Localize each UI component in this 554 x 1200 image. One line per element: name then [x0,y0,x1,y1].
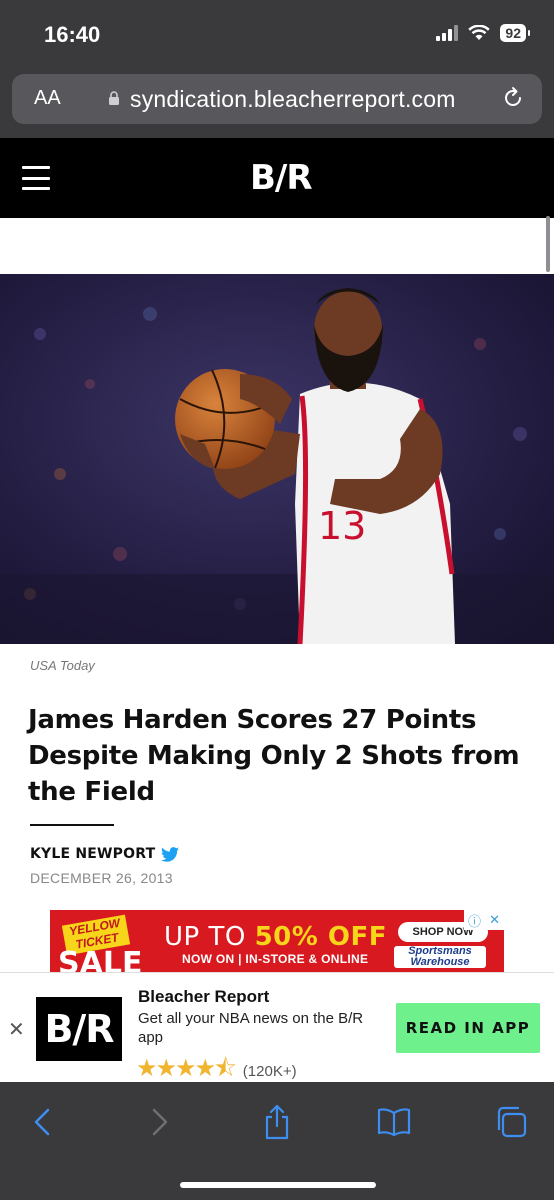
browser-address-area: AA syndication.bleacherreport.com [0,64,554,138]
wifi-icon [468,25,491,40]
jersey-number: 13 [318,504,366,548]
ad-headline-emphasis: 50% OFF [254,922,388,952]
br-logo[interactable]: B/R [250,158,313,198]
app-install-banner: ✕ B/R Bleacher Report Get all your NBA n… [0,972,554,1082]
read-in-app-button[interactable]: READ IN APP [396,1003,540,1053]
ad-sale-text: SALE [58,946,143,972]
back-icon[interactable] [22,1102,62,1142]
hero-image: 13 [0,274,554,644]
forward-icon[interactable] [140,1102,180,1142]
author-name[interactable]: KYLE NEWPORT [30,846,155,862]
battery-icon: 92 [500,24,530,42]
twitter-icon[interactable] [161,846,180,862]
tabs-icon[interactable] [491,1102,531,1142]
bookmarks-icon[interactable] [374,1102,414,1142]
home-indicator[interactable] [180,1182,376,1188]
menu-icon[interactable] [22,166,50,190]
app-description: Get all your NBA news on the B/R app [138,1010,364,1046]
app-name: Bleacher Report [138,987,270,1006]
ad-info-icon[interactable]: ⓘ [468,911,481,930]
cellular-signal-icon [436,25,459,41]
ad-choices[interactable]: ⓘ ✕ [464,910,504,930]
rating-count: (120K+) [242,1063,297,1080]
site-header: B/R [0,138,554,218]
status-bar: 16:40 92 [0,0,554,64]
url-text[interactable]: syndication.bleacherreport.com [130,86,456,113]
byline: KYLE NEWPORT [30,846,180,862]
lock-icon [109,91,119,105]
photo-credit: USA Today [30,658,95,673]
advertisement-banner[interactable]: YELLOW TICKET SALE UP TO 50% OFF NOW ON … [50,910,504,972]
address-bar[interactable]: AA syndication.bleacherreport.com [12,74,542,124]
ad-close-icon[interactable]: ✕ [489,912,500,928]
scroll-indicator [546,216,550,272]
publish-date: DECEMBER 26, 2013 [30,870,173,886]
status-indicators: 92 [436,24,530,42]
reader-settings-button[interactable]: AA [34,87,61,110]
share-icon[interactable] [257,1102,297,1142]
ad-subline: NOW ON | IN-STORE & ONLINE [182,952,369,966]
reload-icon[interactable] [500,85,526,111]
ad-headline: UP TO 50% OFF [164,922,387,952]
ad-headline-prefix: UP TO [164,922,255,952]
ad-brand-logo: Sportsmans Warehouse [394,946,486,968]
close-icon[interactable]: ✕ [8,1017,25,1042]
headline-divider [30,824,114,826]
article-headline: James Harden Scores 27 Points Despite Ma… [28,705,520,807]
app-icon[interactable]: B/R [36,997,122,1061]
status-time: 16:40 [44,22,101,47]
